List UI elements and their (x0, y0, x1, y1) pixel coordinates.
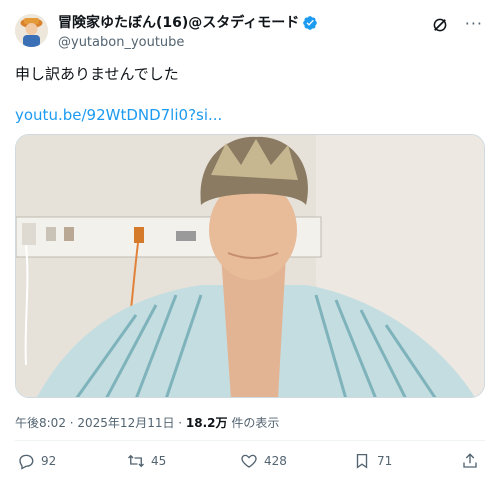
share-icon (463, 453, 477, 468)
verified-badge-icon (303, 16, 318, 30)
bookmark-icon (356, 453, 368, 469)
tweet-text: 申し訳ありませんでした (15, 65, 179, 83)
like-button[interactable]: 428 (240, 452, 287, 470)
retweet-icon (128, 454, 144, 468)
retweet-count: 45 (151, 454, 167, 468)
view-label: 件の表示 (227, 416, 280, 430)
display-name-text[interactable]: 冒険家ゆたぼん(16)@スタディモード (58, 14, 299, 32)
action-bar: 92 45 428 71 (15, 452, 485, 476)
grok-icon[interactable] (431, 16, 449, 34)
bookmark-button[interactable]: 71 (353, 452, 392, 470)
retweet-button[interactable]: 45 (127, 452, 166, 470)
tweet-header: 冒険家ゆたぼん(16)@スタディモード @yutabon_youtube ··· (15, 14, 485, 54)
author-names: 冒険家ゆたぼん(16)@スタディモード @yutabon_youtube (58, 14, 318, 52)
reply-icon (19, 454, 34, 470)
share-button[interactable] (461, 452, 485, 470)
like-count: 428 (264, 454, 287, 468)
tweet-meta: 午後8:02 · 2025年12月11日 · 18.2万 件の表示 (15, 414, 279, 431)
divider (15, 440, 485, 441)
reply-button[interactable]: 92 (17, 452, 56, 470)
tweet-link[interactable]: youtu.be/92WtDND7li0?si... (15, 105, 222, 125)
display-name[interactable]: 冒険家ゆたぼん(16)@スタディモード (58, 14, 318, 32)
reply-count: 92 (41, 454, 57, 468)
like-icon (241, 454, 257, 468)
more-icon[interactable]: ··· (465, 14, 483, 33)
tweet: 冒険家ゆたぼん(16)@スタディモード @yutabon_youtube ···… (0, 0, 500, 488)
tweet-timestamp[interactable]: 午後8:02 · 2025年12月11日 · (15, 416, 186, 430)
tweet-media-photo[interactable] (15, 134, 485, 398)
view-count: 18.2万 (185, 416, 228, 430)
bookmark-count: 71 (377, 454, 393, 468)
user-handle[interactable]: @yutabon_youtube (58, 34, 318, 52)
avatar[interactable] (15, 14, 48, 47)
